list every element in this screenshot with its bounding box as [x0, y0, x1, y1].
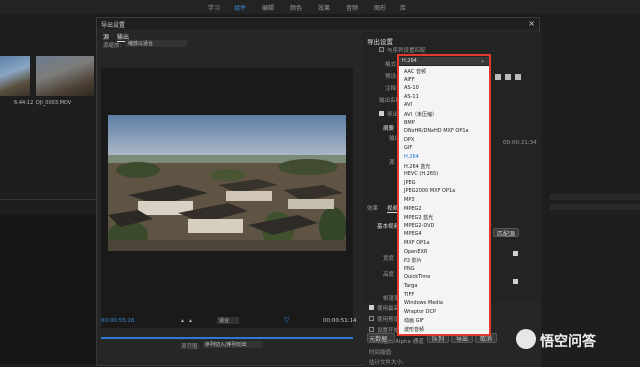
export-video-checkbox[interactable] — [379, 111, 384, 116]
use-previews-checkbox[interactable] — [369, 316, 374, 321]
video-preview — [108, 115, 346, 251]
timeline-range-bar[interactable] — [101, 337, 353, 339]
match-sequence-label: 与序列设置匹配 — [387, 48, 426, 54]
clip-thumbnail[interactable] — [0, 56, 30, 96]
source-scaling-select[interactable]: 缩放以适合 — [125, 40, 187, 47]
tab-source[interactable]: 源 — [103, 32, 109, 41]
watermark-text: 悟空问答 — [540, 334, 596, 350]
interpolation-label: 时间插值: — [369, 350, 393, 356]
tab-effects[interactable]: 效果 — [367, 204, 378, 212]
tools-panel — [0, 214, 96, 364]
width-label: 宽度 — [383, 256, 395, 262]
format-label: 格式: — [385, 62, 398, 68]
use-previews-label: 使用预览 — [377, 317, 400, 323]
width-checkbox[interactable] — [513, 251, 518, 256]
aerial-village-image — [108, 115, 346, 251]
workspace-bar: 学习 组件 编辑 颜色 效果 音频 图形 库 — [0, 0, 640, 14]
highlight-box — [397, 54, 491, 336]
watermark: 悟空问答 — [516, 327, 640, 355]
timecode-in: 00:00:55:16 — [101, 318, 135, 324]
dialog-title: 导出设置 — [101, 22, 126, 29]
tab-editing[interactable]: 编辑 — [262, 3, 274, 12]
project-panel: 6:44:12 DJI_0003.MOV — [0, 14, 96, 366]
close-icon[interactable]: × — [528, 19, 535, 28]
tab-learning[interactable]: 学习 — [208, 3, 220, 12]
tab-color[interactable]: 颜色 — [290, 3, 302, 12]
metadata-button[interactable]: 元数据... — [367, 333, 395, 343]
start-timecode-checkbox[interactable] — [369, 327, 374, 332]
clip-thumbnail[interactable] — [36, 56, 94, 96]
tab-libraries[interactable]: 库 — [400, 3, 406, 12]
track-header — [550, 194, 640, 200]
import-preset-icon[interactable] — [505, 74, 511, 80]
timecode-out: 00:00:51:14 — [323, 318, 357, 324]
delete-preset-icon[interactable] — [515, 74, 521, 80]
mark-out-icon[interactable]: ▴ — [189, 317, 192, 324]
duration-readout: 00:00:21:34 — [503, 140, 537, 146]
match-sequence-checkbox[interactable] — [379, 47, 384, 52]
watermark-logo-icon — [516, 329, 536, 349]
summary-source: 源 — [389, 160, 395, 166]
height-checkbox[interactable] — [513, 279, 518, 284]
export-settings-heading: 导出设置 — [367, 38, 393, 46]
source-range-select[interactable]: 序列切入/序列切出 — [203, 341, 263, 348]
track-header — [550, 204, 640, 210]
source-scaling-label: 源缩放: — [103, 43, 122, 49]
fit-select[interactable]: 适合 — [217, 317, 239, 324]
clip-duration: 6:44:12 — [14, 100, 34, 106]
file-size-label: 估计文件大小: — [369, 360, 404, 366]
tab-audio[interactable]: 音频 — [346, 3, 358, 12]
preset-label: 预设: — [385, 74, 398, 80]
divider — [0, 199, 96, 200]
max-render-checkbox[interactable] — [369, 305, 374, 310]
dialog-title-bar: 导出设置 × — [97, 18, 539, 29]
match-source-button[interactable]: 匹配源 — [493, 228, 519, 238]
height-label: 高度 — [383, 272, 395, 278]
tab-assembly[interactable]: 组件 — [234, 3, 246, 12]
mark-in-icon[interactable]: ▴ — [181, 317, 184, 324]
playhead-icon[interactable]: ▽ — [284, 316, 289, 324]
summary-label: 摘要 — [383, 126, 395, 132]
timeline-panel — [540, 14, 640, 366]
clip-name: DJI_0003.MOV — [36, 100, 72, 106]
save-preset-icon[interactable] — [495, 74, 501, 80]
source-range-label: 源范围: — [181, 344, 200, 350]
comment-label: 注释: — [385, 86, 398, 92]
tab-graphics[interactable]: 图形 — [374, 3, 386, 12]
tab-effects[interactable]: 效果 — [318, 3, 330, 12]
